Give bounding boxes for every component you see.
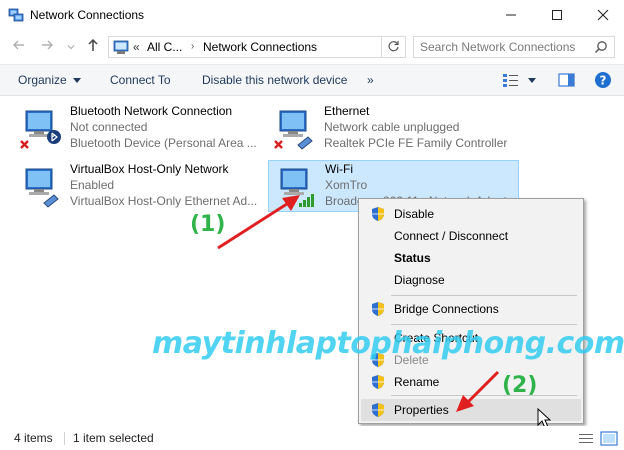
- control-panel-icon: [113, 40, 129, 54]
- menu-item-label: Bridge Connections: [394, 302, 499, 316]
- maximize-button[interactable]: [534, 0, 580, 30]
- connection-name: Bluetooth Network Connection: [70, 104, 233, 118]
- connect-to-button[interactable]: Connect To: [110, 73, 171, 87]
- details-view-icon[interactable]: [578, 432, 594, 446]
- connection-status: XomTro: [325, 178, 368, 192]
- help-icon[interactable]: ?: [594, 71, 612, 89]
- menu-item-label: Status: [394, 251, 431, 265]
- preview-pane-icon[interactable]: [558, 72, 576, 88]
- recent-locations-icon[interactable]: [62, 38, 80, 56]
- refresh-icon: [388, 41, 399, 52]
- ethernet-network-icon: [274, 110, 313, 150]
- refresh-button[interactable]: [381, 36, 405, 58]
- step-2-label: (2): [502, 373, 538, 398]
- breadcrumb-all-control-panel[interactable]: All C...: [147, 40, 182, 54]
- menu-item-label: Rename: [394, 375, 440, 389]
- menu-item-status[interactable]: Status: [361, 247, 581, 269]
- breadcrumb-overflow[interactable]: «: [133, 40, 140, 54]
- close-button[interactable]: [580, 0, 624, 30]
- breadcrumb-chevron-icon[interactable]: ›: [191, 41, 194, 52]
- connection-status: Network cable unplugged: [324, 120, 460, 134]
- back-arrow-icon[interactable]: [10, 38, 28, 56]
- close-icon: [597, 9, 609, 21]
- connection-status: Not connected: [70, 120, 148, 134]
- connection-device: Realtek PCIe FE Family Controller: [324, 136, 508, 150]
- menu-item-disable[interactable]: Disable: [361, 203, 581, 225]
- connection-name: VirtualBox Host-Only Network: [70, 162, 229, 176]
- menu-item-diagnose[interactable]: Diagnose: [361, 269, 581, 291]
- step-1-arrow-icon: [217, 195, 300, 250]
- connection-name: Wi-Fi: [325, 162, 353, 176]
- menu-item-label: Diagnose: [394, 273, 445, 287]
- virtualbox-network-icon: [25, 168, 59, 208]
- menu-item-connect-disconnect[interactable]: Connect / Disconnect: [361, 225, 581, 247]
- connection-status: Enabled: [70, 178, 115, 192]
- minimize-button[interactable]: [488, 0, 534, 30]
- large-icons-view-icon[interactable]: [600, 431, 618, 446]
- selection-count: 1 item selected: [73, 431, 154, 445]
- uac-shield-icon: [372, 375, 384, 389]
- watermark: maytinhlaptophaiphong.com: [152, 326, 624, 361]
- search-icon[interactable]: [594, 40, 608, 54]
- connection-name: Ethernet: [324, 104, 370, 118]
- menu-item-label: Disable: [394, 207, 435, 221]
- menu-item-label: Properties: [394, 403, 449, 417]
- forward-arrow-icon[interactable]: [38, 38, 56, 56]
- organize-label: Organize: [18, 73, 67, 87]
- connection-item[interactable]: Bluetooth Network Connection Not connect…: [14, 103, 257, 157]
- minimize-icon: [506, 14, 516, 16]
- uac-shield-icon: [372, 302, 384, 316]
- up-arrow-icon[interactable]: [84, 38, 102, 56]
- search-box[interactable]: [413, 36, 615, 58]
- status-bar: 4 items 1 item selected: [0, 426, 624, 450]
- address-bar[interactable]: « All C... › Network Connections ⌄: [108, 36, 477, 58]
- maximize-icon: [552, 10, 562, 20]
- item-count: 4 items: [14, 431, 53, 445]
- connection-device: Bluetooth Device (Personal Area ...: [70, 136, 257, 150]
- svg-text:?: ?: [600, 74, 607, 88]
- menu-item-bridge-connections[interactable]: Bridge Connections: [361, 298, 581, 320]
- view-dropdown-icon[interactable]: [528, 78, 536, 84]
- status-divider: [64, 432, 65, 445]
- organize-button[interactable]: Organize: [18, 73, 82, 87]
- connection-item[interactable]: Ethernet Network cable unplugged Realtek…: [268, 103, 518, 157]
- search-input[interactable]: [420, 37, 596, 57]
- uac-shield-icon: [372, 207, 384, 221]
- menu-separator: [391, 324, 577, 325]
- uac-shield-icon: [372, 403, 384, 417]
- step-2-arrow-icon: [456, 370, 500, 412]
- dropdown-arrow-icon: [73, 78, 82, 83]
- title-bar: Network Connections: [0, 0, 624, 32]
- disable-device-button[interactable]: Disable this network device: [202, 73, 347, 87]
- window-title: Network Connections: [30, 8, 145, 22]
- menu-item-label: Connect / Disconnect: [394, 229, 509, 243]
- breadcrumb-network-connections[interactable]: Network Connections: [203, 40, 317, 54]
- menu-separator: [391, 295, 577, 296]
- change-view-icon[interactable]: [502, 72, 520, 88]
- network-connections-icon: [8, 8, 24, 22]
- more-commands-button[interactable]: »: [367, 73, 374, 87]
- bluetooth-network-icon: [20, 110, 61, 149]
- command-bar: Organize Connect To Disable this network…: [0, 64, 624, 96]
